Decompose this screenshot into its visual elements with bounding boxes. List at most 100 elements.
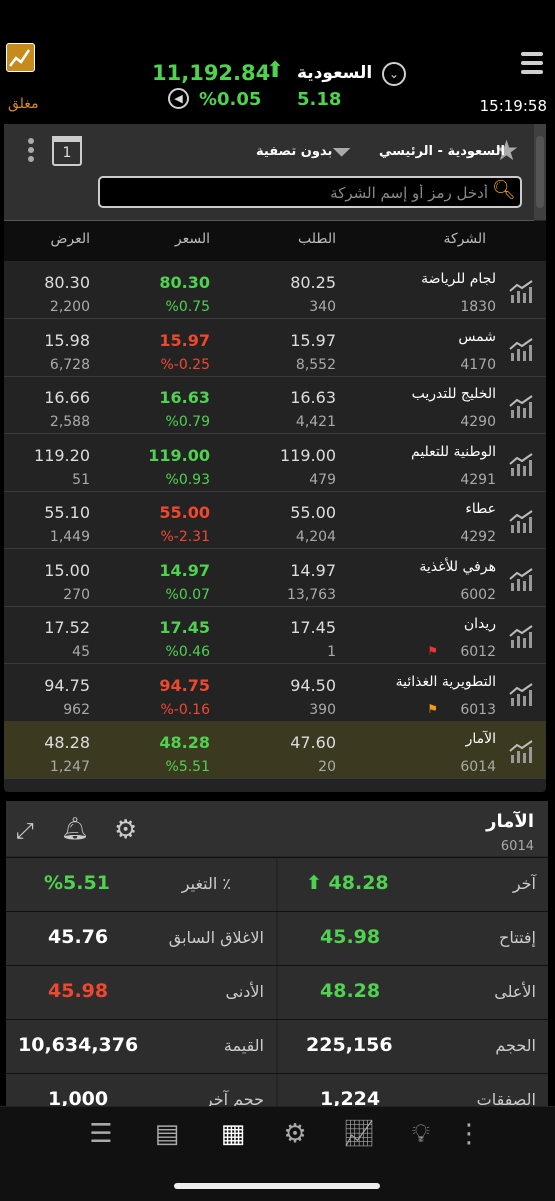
company-name: الآمار <box>465 731 496 747</box>
company-name: الوطنية للتعليم <box>411 443 496 460</box>
price-change: %0.93 <box>165 471 210 488</box>
column-company[interactable]: الشركة <box>443 231 486 247</box>
mini-chart-icon[interactable] <box>508 567 534 593</box>
table-row[interactable]: هرفي للأغذية 6002 14.97 13,763 14.97 %0.07 15.… <box>4 549 546 607</box>
market-name[interactable]: السعودية <box>297 63 372 83</box>
table-row[interactable]: ريدان 6012 ⚑ 17.45 1 17.45 %0.46 17.52 45 <box>4 606 546 664</box>
ask-quantity: 962 <box>63 701 90 718</box>
price-change: %-0.25 <box>160 356 210 373</box>
trades-value: 1,224 <box>320 1088 381 1107</box>
column-ask[interactable]: العرض <box>50 231 90 247</box>
ask-quantity: 1,449 <box>49 529 90 545</box>
ask-price: 119.20 <box>34 445 90 465</box>
bulb-icon[interactable]: 💡︎ <box>404 1119 438 1155</box>
table-row[interactable]: الآمار 6014 47.60 20 48.28 %5.51 48.28 1,247 <box>4 721 546 779</box>
table-icon[interactable]: ▦ <box>216 1119 250 1155</box>
last-value: ⬆ 48.28 <box>306 872 389 894</box>
more-icon[interactable]: ⋮ <box>452 1119 486 1155</box>
last-cell: آخر ⬆ 48.28 <box>278 858 548 911</box>
bid-price: 55.00 <box>290 503 336 522</box>
bell-icon[interactable]: 🔔︎ <box>61 817 89 842</box>
settings-board-icon[interactable]: ⚙ <box>278 1119 312 1155</box>
table-row[interactable]: الوطنية للتعليم 4291 119.00 479 119.00 %0.93 1… <box>4 434 546 492</box>
expand-icon[interactable]: ⤢ <box>16 819 34 844</box>
high-cell: الأعلى 48.28 <box>278 966 548 1019</box>
mini-chart-icon[interactable] <box>508 279 534 305</box>
ask-price: 15.00 <box>44 560 90 580</box>
last-price: 48.28 <box>328 872 389 894</box>
detail-row: إفتتاح 45.98 الاغلاق السابق 45.76 <box>6 911 548 965</box>
market-selector[interactable]: السعودية - الرئيسي <box>379 144 505 159</box>
search-icon[interactable]: 🔍︎ <box>492 178 516 201</box>
flag-icon: ⚑ <box>427 644 438 658</box>
filter-funnel-icon[interactable]: ⏷ <box>332 138 351 166</box>
price-change: %0.79 <box>165 414 210 430</box>
table-header: الشركة الطلب السعر العرض <box>4 221 546 261</box>
detail-row: الحجم 225,156 القيمة 10,634,376 <box>6 1019 548 1073</box>
ask-price: 16.66 <box>44 388 90 407</box>
company-symbol: 4290 <box>460 414 496 430</box>
stock-table: لجام للرياضة 1830 80.25 340 80.30 %0.75 80.30 2… <box>4 261 546 791</box>
ask-price: 17.52 <box>44 618 90 637</box>
table-row[interactable]: التطويرية الغذائية 6013 ⚑ 94.50 390 94.75 %-0.… <box>4 664 546 722</box>
high-label: الأعلى <box>494 982 536 1001</box>
company-name: عطاء <box>465 501 496 517</box>
ask-quantity: 2,588 <box>49 414 90 430</box>
table-row[interactable]: عطاء 4292 55.00 4,204 55.00 %-2.31 55.10 1,449 <box>4 491 546 549</box>
mini-chart-icon[interactable] <box>508 452 534 478</box>
gear-icon[interactable]: ⚙ <box>114 815 137 845</box>
scrollbar[interactable] <box>534 124 546 220</box>
company-symbol: 1830 <box>460 299 496 315</box>
mini-chart-icon[interactable] <box>508 739 534 765</box>
index-change-percent: %0.05 <box>199 89 262 110</box>
chart-icon[interactable]: 📈︎ <box>342 1119 376 1155</box>
company-name: التطويرية الغذائية <box>395 673 496 690</box>
bid-quantity: 8,552 <box>295 356 336 373</box>
document-icon[interactable]: ▤ <box>150 1119 184 1155</box>
table-row[interactable]: شمس 4170 15.97 8,552 15.97 %-0.25 15.98 6,728 <box>4 319 546 377</box>
detail-row: الصفقات 1,224 حجم آخر 1,000 <box>6 1073 548 1107</box>
mini-chart-icon[interactable] <box>508 682 534 708</box>
filter-selector[interactable]: بدون تصفية <box>256 144 332 159</box>
company-symbol: 6002 <box>460 586 496 603</box>
hamburger-menu-icon[interactable] <box>521 52 543 79</box>
ask-quantity: 45 <box>72 644 90 660</box>
bid-price: 17.45 <box>290 618 336 637</box>
table-row[interactable]: الخليج للتدريب 4290 16.63 4,421 16.63 %0.79 16… <box>4 376 546 434</box>
last-qty-label: حجم آخر <box>204 1090 264 1107</box>
low-cell: الأدنى 45.98 <box>6 966 276 1019</box>
scrollbar-thumb[interactable] <box>536 136 544 208</box>
last-price: 16.63 <box>159 388 210 407</box>
bid-price: 16.63 <box>290 388 336 407</box>
column-bid[interactable]: الطلب <box>298 231 336 247</box>
chevron-down-icon[interactable]: ⌄ <box>382 62 406 86</box>
detail-row: آخر ⬆ 48.28 التغير ٪ %5.51 <box>6 857 548 911</box>
mini-chart-icon[interactable] <box>508 394 534 420</box>
index-change-value: 5.18 <box>297 89 342 110</box>
mini-chart-icon[interactable] <box>508 337 534 363</box>
price-change: %0.75 <box>165 299 210 315</box>
search-box[interactable]: 🔍︎ <box>98 176 522 208</box>
search-input[interactable] <box>106 181 490 205</box>
company-symbol: 6012 <box>460 644 496 660</box>
back-arrow-icon[interactable]: ◀ <box>168 88 189 109</box>
ask-price: 48.28 <box>44 733 90 752</box>
company-name: هرفي للأغذية <box>419 558 496 575</box>
value-value: 10,634,376 <box>18 1034 139 1056</box>
last-price: 80.30 <box>159 273 210 292</box>
ask-price: 55.10 <box>44 503 90 522</box>
prev-close-value: 45.76 <box>48 926 109 948</box>
last-price: 14.97 <box>159 560 210 580</box>
vertical-dots-icon[interactable] <box>28 138 34 165</box>
table-row[interactable]: لجام للرياضة 1830 80.25 340 80.30 %0.75 80.30 2… <box>4 261 546 319</box>
app-logo[interactable] <box>6 43 35 72</box>
mini-chart-icon[interactable] <box>508 509 534 535</box>
bid-price: 47.60 <box>290 733 336 752</box>
price-change: %-2.31 <box>160 529 210 545</box>
last-price: 55.00 <box>159 503 210 522</box>
list-icon[interactable]: ☰ <box>84 1119 118 1155</box>
column-price[interactable]: السعر <box>175 231 210 247</box>
bid-price: 80.25 <box>290 273 336 292</box>
mini-chart-icon[interactable] <box>508 624 534 650</box>
calendar-icon[interactable]: 1 <box>52 136 82 166</box>
